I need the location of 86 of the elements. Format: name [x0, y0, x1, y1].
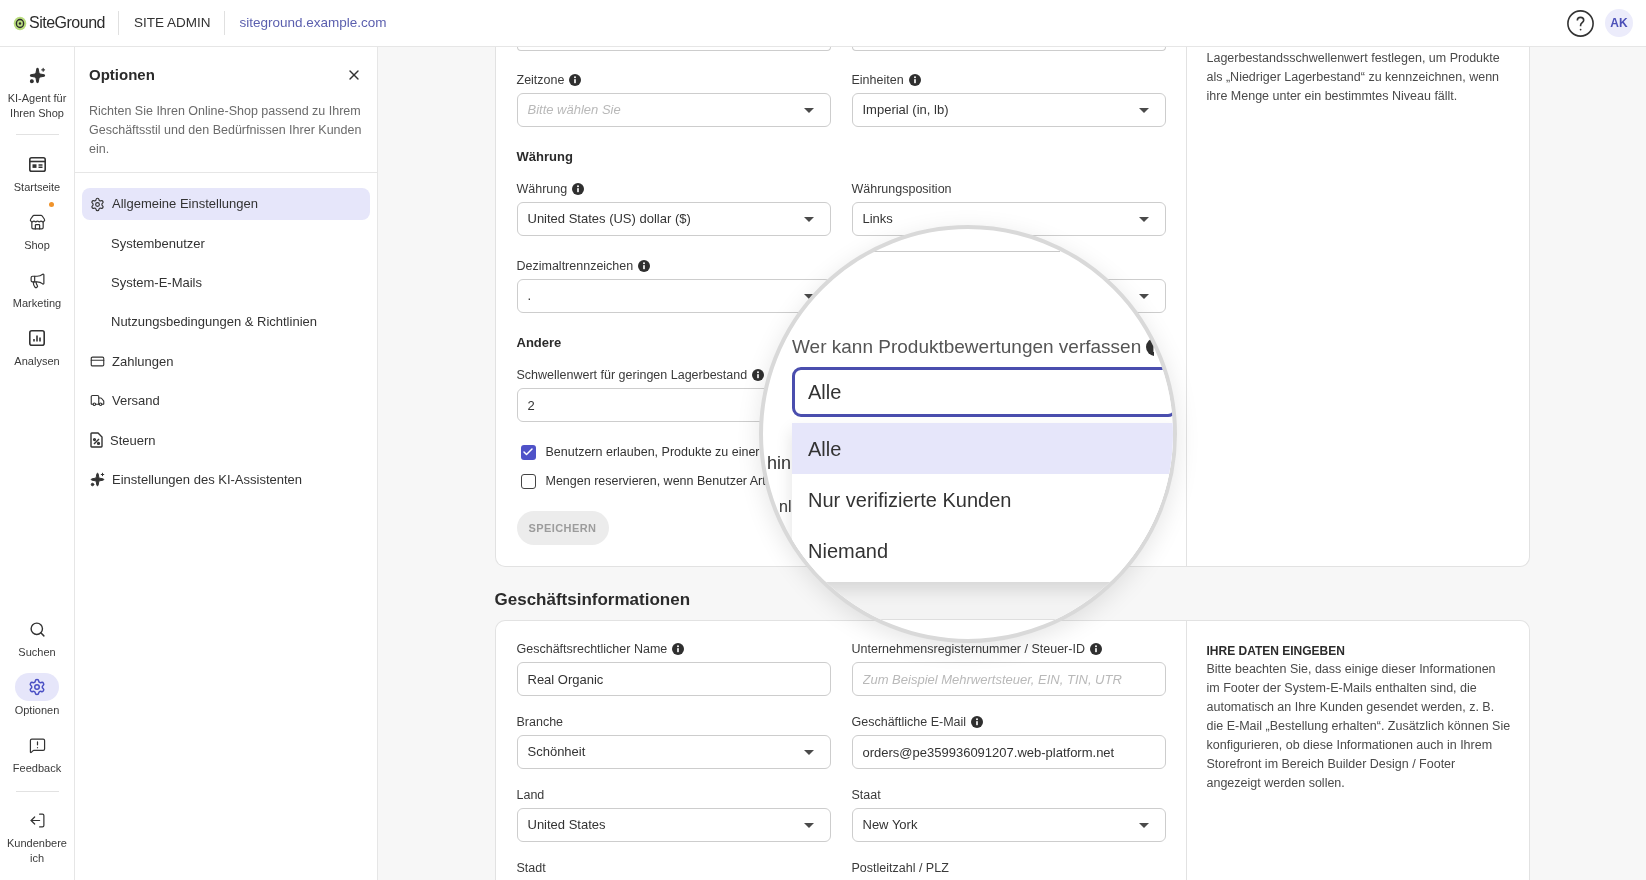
sidebar-item[interactable]: Optionen — [0, 673, 75, 718]
caret-down-icon — [1138, 107, 1149, 113]
checkbox-label: Mengen reservieren, wenn Benutzer Art — [545, 473, 766, 489]
settings-icon — [28, 678, 46, 696]
input-field[interactable]: Real Organic — [516, 662, 831, 696]
checkbox-label: Benutzern erlauben, Produkte zu einer — [545, 444, 760, 460]
field-label: Einheiten — [851, 72, 904, 88]
sidebar-item[interactable]: Marketing — [0, 266, 75, 311]
sparkle-icon — [90, 472, 105, 488]
field-label: Wer kann Produktbewertungen verfassen — [792, 335, 1142, 359]
nav-item[interactable]: Nutzungsbedingungen & Richtlinien — [82, 306, 370, 339]
logo-icon — [13, 15, 27, 31]
nav-item[interactable]: Einstellungen des KI-Assistenten — [82, 463, 370, 496]
select-field[interactable]: United States (US) dollar ($) — [516, 202, 831, 236]
nav-item[interactable]: Allgemeine Einstellungen — [82, 188, 370, 220]
sidebar-item[interactable]: Feedback — [0, 731, 75, 776]
caret-down-icon — [803, 107, 814, 113]
help-text: Lagerbestandsschwellenwert festlegen, um Produkte als „Niedriger Lagerbestand“ zu kennzeichnen, wenn ihre Menge unter ein bestimmtes Niveau fällt. — [1206, 50, 1501, 105]
field-label: Geschäftliche E-Mail — [851, 714, 967, 730]
caret-down-icon — [803, 216, 814, 222]
nav-item[interactable]: Steuern — [82, 424, 370, 457]
sparkle-icon — [28, 66, 46, 84]
section-heading: Währung — [516, 149, 573, 165]
help-title: IHRE DATEN EINGEBEN — [1206, 643, 1346, 660]
sidebar-item[interactable]: Shop — [0, 208, 75, 253]
checkbox[interactable] — [520, 444, 536, 460]
checkbox[interactable] — [520, 473, 536, 489]
bar-chart-icon — [29, 330, 45, 346]
settings-icon — [90, 196, 105, 212]
panel-title: Optionen — [89, 64, 155, 85]
select-field[interactable]: New York — [851, 808, 1166, 842]
caret-down-icon — [1138, 822, 1149, 828]
field-label: Geschäftsrechtlicher Name — [516, 641, 668, 657]
caret-down-icon — [803, 749, 814, 755]
percent-document-icon — [90, 432, 103, 449]
field-label: Währungsposition — [851, 181, 952, 197]
section-title: SITE ADMIN — [133, 13, 211, 32]
select-field[interactable]: Schönheit — [516, 735, 831, 769]
field-label: Schwellenwert für geringen Lagerbestand — [516, 367, 748, 383]
avatar[interactable]: AK — [1605, 9, 1633, 37]
field-label: Dezimaltrennzeichen — [516, 258, 634, 274]
caret-down-icon — [803, 822, 814, 828]
field-label: Zeitzone — [516, 72, 565, 88]
select-field[interactable]: Imperial (in, lb) — [851, 93, 1166, 127]
checkmark-icon — [522, 446, 534, 458]
field-label: Währung — [516, 181, 568, 197]
credit-card-icon — [90, 354, 105, 370]
field-label: Branche — [516, 714, 564, 730]
nav-item[interactable]: System-E-Mails — [82, 266, 370, 299]
select-field[interactable]: Links — [851, 202, 1166, 236]
field-label: Unternehmensregisternummer / Steuer-ID — [851, 641, 1085, 657]
store-icon — [28, 213, 46, 231]
sidebar-item[interactable]: Kundenbereich — [0, 806, 75, 865]
search-icon — [28, 620, 46, 638]
select-field[interactable]: Alle — [792, 367, 1173, 417]
sidebar-item[interactable]: Startseite — [0, 150, 75, 195]
help-text: Bitte beachten Sie, dass einige dieser Informationen im Footer der System-E-Mails enthalten sind, die automatisch an Ihre Kunden gesendet werden, z. B. die E-Mail „Bestellung erhalten“. Zusätzlich können Sie konfigurieren, ob diese Informationen auch in Ihrem Storefront im Bereich Builder Design / Footer angezeigt werden sollen. — [1206, 661, 1511, 792]
field-label: Staat — [851, 787, 881, 803]
truck-icon — [90, 393, 105, 409]
magnified-text: nl — [779, 497, 792, 517]
nav-item[interactable]: Versand — [82, 384, 370, 417]
nav-item[interactable]: Zahlungen — [82, 345, 370, 378]
field-label: Stadt — [516, 860, 546, 876]
megaphone-icon — [28, 271, 46, 289]
sidebar-item[interactable]: KI-Agent für Ihren Shop — [0, 61, 75, 120]
field-label: Land — [516, 787, 545, 803]
input-field[interactable]: Zum Beispiel Mehrwertsteuer, EIN, TIN, UTR — [851, 662, 1166, 696]
caret-down-icon — [1138, 293, 1149, 299]
panel-description: Richten Sie Ihren Online-Shop passend zu Ihrem Geschäftsstil und den Bedürfnissen Ihrer Kunden ein. — [89, 103, 363, 158]
field-label: Postleitzahl / PLZ — [851, 860, 949, 876]
help-icon[interactable] — [1567, 9, 1594, 37]
layout-icon — [28, 156, 46, 172]
sidebar-item[interactable]: Analysen — [0, 324, 75, 369]
section-heading: Geschäftsinformationen — [494, 589, 691, 611]
dropdown-option[interactable]: Alle — [792, 423, 1173, 474]
magnified-text: hin — [767, 452, 792, 474]
sign-out-icon — [28, 811, 46, 829]
message-alert-icon — [28, 736, 46, 754]
nav-item[interactable]: Systembenutzer — [82, 227, 370, 260]
section-heading: Andere — [516, 335, 562, 351]
select-field[interactable]: United States — [516, 808, 831, 842]
sidebar-item[interactable]: Suchen — [0, 615, 75, 660]
site-link[interactable]: siteground.example.com — [239, 12, 387, 34]
input-field[interactable]: orders@pe359936091207.web-platform.net — [851, 735, 1166, 769]
logo-wordmark: SiteGround — [29, 13, 105, 33]
caret-down-icon — [1138, 216, 1149, 222]
